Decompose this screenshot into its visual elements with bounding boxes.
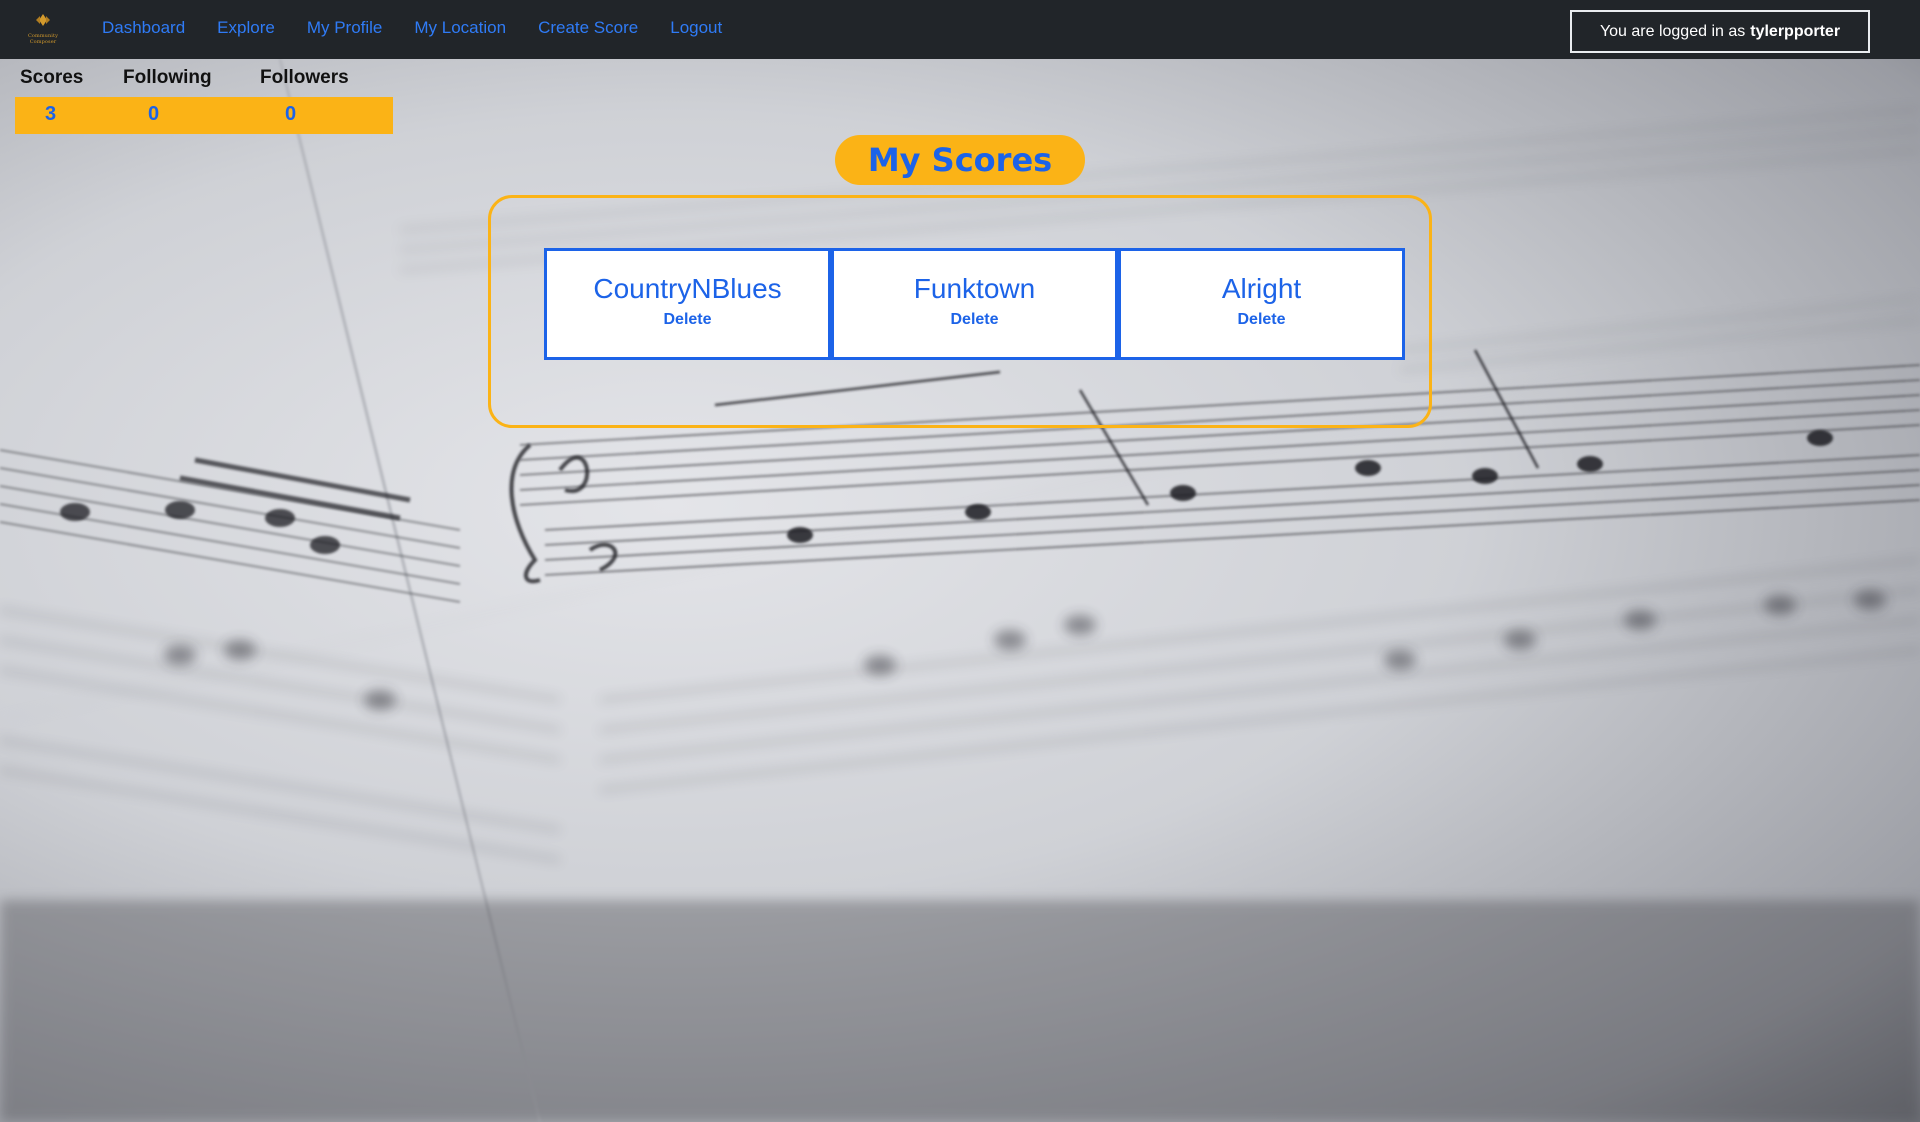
stats-values-bar: 3 0 0 bbox=[15, 97, 393, 134]
stats-headers: Scores Following Followers bbox=[15, 67, 393, 97]
logged-in-username: tylerpporter bbox=[1750, 22, 1841, 40]
stat-value-scores: 3 bbox=[45, 103, 57, 125]
nav-link-my-location[interactable]: My Location bbox=[414, 18, 506, 38]
score-title[interactable]: Funktown bbox=[914, 273, 1035, 305]
nav-link-logout[interactable]: Logout bbox=[670, 18, 722, 38]
nav-link-create-score[interactable]: Create Score bbox=[538, 18, 638, 38]
nav-link-dashboard[interactable]: Dashboard bbox=[102, 18, 185, 38]
nav-links: Dashboard Explore My Profile My Location… bbox=[102, 18, 754, 38]
score-card[interactable]: Funktown Delete bbox=[831, 248, 1118, 360]
delete-score-button[interactable]: Delete bbox=[663, 311, 711, 329]
stat-header-followers: Followers bbox=[260, 67, 349, 88]
delete-score-button[interactable]: Delete bbox=[950, 311, 998, 329]
top-navbar: Community Composer Dashboard Explore My … bbox=[0, 0, 1920, 59]
nav-link-explore[interactable]: Explore bbox=[217, 18, 275, 38]
score-title[interactable]: Alright bbox=[1222, 273, 1301, 305]
brand-text: Community Composer bbox=[27, 33, 59, 45]
stat-header-following: Following bbox=[123, 67, 212, 88]
section-title-my-scores: My Scores bbox=[835, 135, 1085, 185]
stat-value-followers: 0 bbox=[285, 103, 297, 125]
logged-in-prefix: You are logged in as bbox=[1599, 22, 1746, 40]
brand-logo[interactable]: Community Composer bbox=[14, 12, 72, 48]
stat-header-scores: Scores bbox=[20, 67, 84, 88]
score-card[interactable]: CountryNBlues Delete bbox=[544, 248, 831, 360]
my-scores-panel: CountryNBlues Delete Funktown Delete Alr… bbox=[488, 195, 1432, 428]
profile-stats: Scores Following Followers 3 0 0 bbox=[15, 67, 393, 134]
score-title[interactable]: CountryNBlues bbox=[593, 273, 781, 305]
delete-score-button[interactable]: Delete bbox=[1237, 311, 1285, 329]
score-cards: CountryNBlues Delete Funktown Delete Alr… bbox=[544, 248, 1405, 360]
stat-value-following: 0 bbox=[148, 103, 160, 125]
logged-in-status: You are logged in as tylerpporter bbox=[1570, 10, 1870, 53]
nav-link-my-profile[interactable]: My Profile bbox=[307, 18, 383, 38]
score-card[interactable]: Alright Delete bbox=[1118, 248, 1405, 360]
logo-icon bbox=[36, 14, 50, 26]
